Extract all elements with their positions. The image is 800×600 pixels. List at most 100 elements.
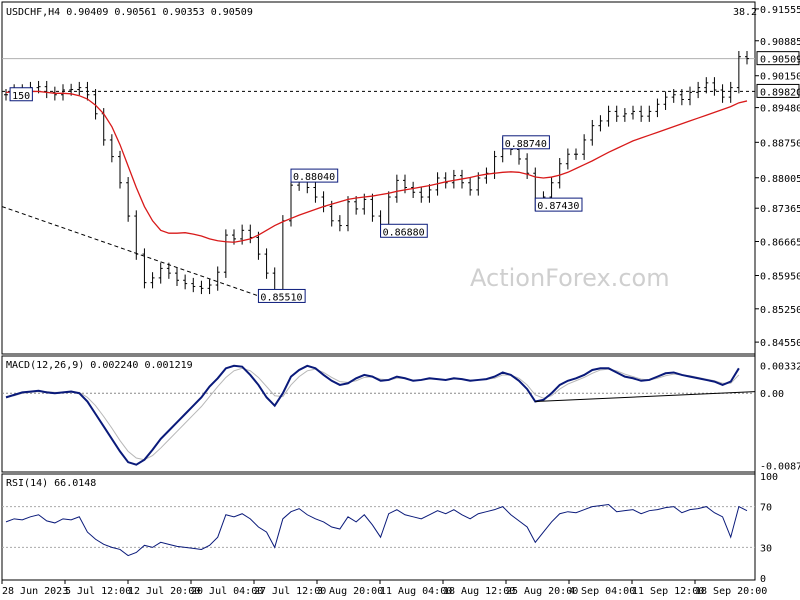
macd-line [5,364,740,466]
x-tick-label: 11 Aug 04:00 [380,586,452,597]
price-bar [4,89,8,101]
macd-trendline [535,391,756,403]
price-bar [199,280,204,295]
price-y-tick-label: 0.88750 [760,138,800,149]
price-bar [337,215,342,232]
price-bar [142,248,147,289]
macd-y-tick-label: 0.00 [760,389,784,400]
x-tick-label: 4 Sep 04:00 [569,586,635,597]
price-bar [77,81,82,96]
macd-y-tick-label: -0.008707 [760,462,800,473]
x-tick-label: 18 Aug 12:00 [443,586,515,597]
x-tick-label: 5 Jul 12:00 [65,586,131,597]
price-y-tick-label: 0.90150 [760,72,800,83]
price-bar [606,105,611,127]
price-bar [492,150,497,179]
price-bar [150,272,155,289]
price-trendline [1,206,261,297]
price-bar [207,279,212,295]
price-bar [443,172,448,189]
price-bar [451,169,456,189]
price-bar [183,274,188,290]
price-bar [598,115,603,132]
price-bar [215,266,220,291]
price-annotation-label: 0.85510 [260,292,302,303]
price-bar [411,181,416,198]
price-bar [118,150,122,189]
price-bar [663,91,668,110]
price-y-tick-label: 0.89480 [760,104,800,115]
price-bar [622,108,627,122]
price-pane-frame [1,1,756,355]
chart-svg: ActionForex.com 0.91555 0.90885 0.90150 0.89… [1,1,800,597]
price-bar [61,84,65,101]
rsi-y-tick-label: 0 [760,574,766,585]
rsi-y-tick-label: 70 [760,503,772,514]
x-tick-label: 12 Jul 20:00 [128,586,200,597]
price-annotation-label: 0.86880 [383,227,425,238]
price-bar [736,50,741,94]
price-annotation-label: 0.87430 [537,201,579,212]
price-bar [704,77,709,94]
price-annotation-label: 150 [12,91,30,102]
price-y-tick-label: 0.91555 [760,5,800,16]
price-bar [313,181,318,203]
price-bar [728,81,733,103]
price-annotation-label: 0.88040 [293,172,335,183]
current-price-label: 0.90509 [760,55,800,66]
rsi-pane-frame [1,473,756,581]
price-y-tick-label: 0.85950 [760,272,800,283]
price-bar [191,277,196,293]
price-bar [655,98,660,118]
price-bar [321,191,326,213]
price-annotation-label: 0.88740 [505,139,547,150]
price-y-tick-label: 0.84550 [760,338,800,349]
x-tick-label: 27 Jul 12:00 [254,586,326,597]
price-bar [248,224,253,244]
macd-header: MACD(12,26,9) 0.002240 0.001219 [6,360,193,371]
price-bar [126,177,131,222]
x-tick-label: 25 Aug 20:00 [506,586,578,597]
price-bar [647,105,652,122]
price-bar [468,177,473,196]
price-bar [280,215,285,296]
price-bar [712,77,717,96]
price-bar [109,134,114,163]
x-tick-label: 3 Aug 20:00 [317,586,383,597]
price-y-tick-label: 0.85250 [760,305,800,316]
price-y-tick-label: 0.87365 [760,204,800,215]
price-bar [419,186,424,203]
price-bar [557,158,562,189]
macd-y-tick-label: 0.003328 [760,362,800,373]
price-bar [688,86,692,106]
rsi-header: RSI(14) 66.0148 [6,478,96,489]
price-bar [346,196,350,232]
watermark-text: ActionForex.com [470,264,670,292]
price-y-tick-label: 0.88005 [760,174,800,185]
rsi-y-tick-label: 100 [760,472,778,483]
price-bar [582,134,587,160]
macd-pane-frame [1,355,756,473]
price-bar [264,248,269,279]
price-bar [175,267,179,286]
x-tick-label: 11 Sep 12:00 [632,586,704,597]
price-bar [590,119,595,146]
price-bar [565,148,570,170]
price-bar [720,84,725,103]
price-bar [696,81,701,99]
moving-average-line [5,90,748,243]
x-tick-label: 18 Sep 20:00 [695,586,767,597]
price-bar [44,80,49,99]
price-bar [639,105,644,122]
fib-level-label: 38.2 [733,7,757,18]
x-tick-label: 28 Jun 2023 [2,586,68,597]
price-bar [574,148,578,160]
price-bar [158,262,163,284]
price-bar [631,105,635,120]
rsi-y-tick-label: 30 [760,543,772,554]
price-y-tick-label: 0.86665 [760,238,800,249]
price-bar [223,229,228,278]
price-bar [614,105,619,122]
price-header: USDCHF,H4 0.90409 0.90561 0.90353 0.9050… [6,7,253,18]
price-bar [427,184,432,203]
